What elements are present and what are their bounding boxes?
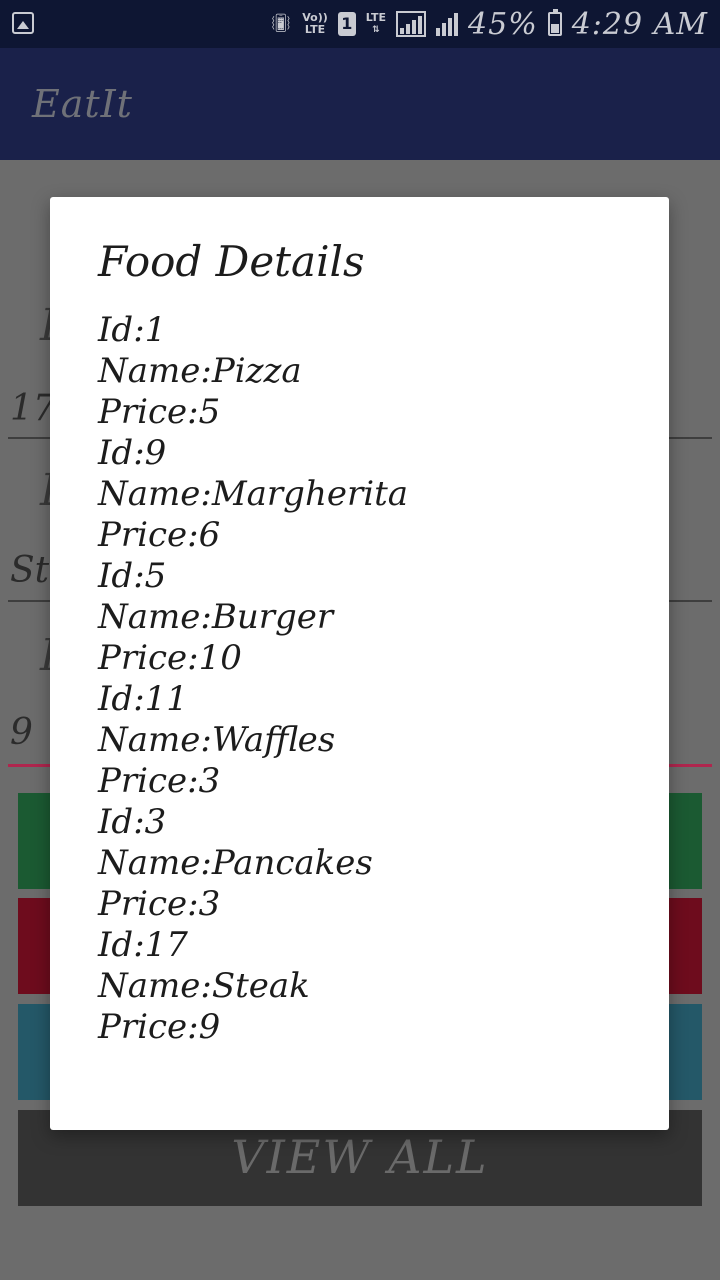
status-icons: 📳︎ Vo)) LTE 1 LTE ⇅ 45% 4:29 AM: [269, 6, 708, 42]
detail-line: Name:Margherita: [98, 474, 409, 514]
detail-line: Name:Waffles: [98, 720, 336, 760]
data-type-icon: LTE ⇅: [365, 11, 387, 36]
app-title: EatIt: [32, 82, 133, 126]
dialog-message: Id:1 Name:Pizza Price:5 Id:9 Name:Marghe…: [98, 310, 408, 1048]
field3-input[interactable]: 9: [10, 712, 33, 753]
detail-line: Id:9: [98, 433, 167, 473]
signal-strength-icon-sim2: [436, 12, 459, 36]
detail-line: Id:5: [98, 556, 167, 596]
detail-line: Price:3: [98, 884, 221, 924]
detail-line: Name:Steak: [98, 966, 310, 1006]
detail-line: Name:Pancakes: [98, 843, 373, 883]
battery-percent: 45%: [468, 6, 538, 42]
volte-icon: Vo)) LTE: [302, 12, 328, 36]
detail-line: Price:9: [98, 1007, 221, 1047]
food-details-dialog: Food Details Id:1 Name:Pizza Price:5 Id:…: [50, 197, 669, 1130]
detail-line: Name:Burger: [98, 597, 334, 637]
signal-strength-icon-sim1: [396, 11, 427, 37]
detail-line: Price:5: [98, 392, 221, 432]
detail-line: Id:11: [98, 679, 188, 719]
field1-input[interactable]: 17: [10, 388, 56, 429]
detail-line: Id:3: [98, 802, 167, 842]
detail-line: Price:10: [98, 638, 242, 678]
detail-line: Price:6: [98, 515, 221, 555]
dialog-title: Food Details: [98, 237, 365, 286]
detail-line: Id:17: [98, 925, 188, 965]
status-bar: 📳︎ Vo)) LTE 1 LTE ⇅ 45% 4:29 AM: [0, 0, 720, 48]
volte-label-bottom: LTE: [304, 23, 326, 36]
detail-line: Price:3: [98, 761, 221, 801]
battery-icon: [547, 9, 562, 36]
detail-line: Name:Pizza: [98, 351, 302, 391]
view-all-label: VIEW ALL: [231, 1130, 489, 1184]
detail-line: Id:1: [98, 310, 167, 350]
sim-slot-badge: 1: [337, 12, 356, 36]
vibrate-icon: 📳︎: [269, 13, 293, 34]
clock: 4:29 AM: [571, 6, 708, 42]
data-type-label: LTE: [365, 11, 387, 24]
gallery-icon: [12, 12, 34, 34]
app-bar: EatIt: [0, 48, 720, 160]
